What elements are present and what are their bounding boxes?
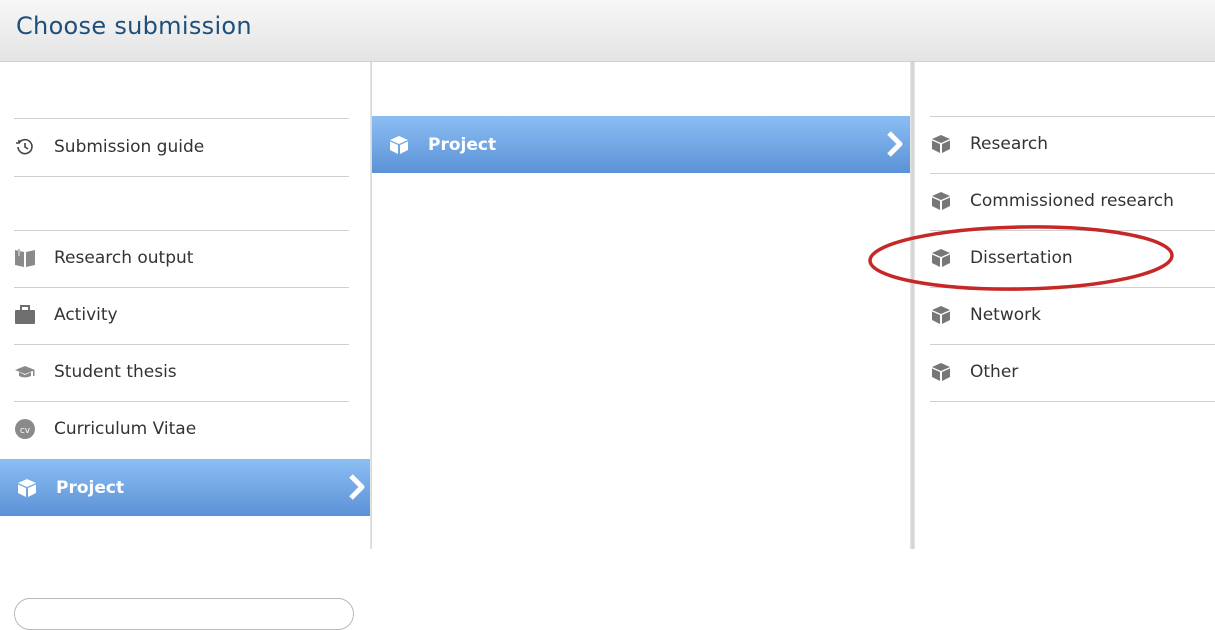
column-splitter[interactable] bbox=[910, 62, 915, 549]
briefcase-icon bbox=[14, 304, 36, 326]
category-label: Activity bbox=[54, 305, 118, 325]
subcategory-label: Project bbox=[428, 134, 497, 155]
category-activity[interactable]: Activity bbox=[14, 287, 349, 343]
cv-icon: cv bbox=[14, 418, 36, 440]
template-label: Network bbox=[970, 305, 1041, 325]
template-label: Dissertation bbox=[970, 248, 1073, 268]
category-column: Submission guide Research output Activit… bbox=[0, 62, 372, 630]
cube-icon bbox=[930, 304, 952, 326]
template-other[interactable]: Other bbox=[930, 344, 1215, 400]
cube-icon bbox=[16, 477, 38, 499]
template-label: Research bbox=[970, 134, 1048, 154]
template-commissioned-research[interactable]: Commissioned research bbox=[930, 173, 1215, 229]
category-project-selected[interactable]: Project bbox=[0, 459, 372, 516]
submission-guide-link[interactable]: Submission guide bbox=[14, 119, 349, 175]
category-curriculum-vitae[interactable]: cv Curriculum Vitae bbox=[14, 401, 349, 457]
cube-icon bbox=[930, 133, 952, 155]
template-research[interactable]: Research bbox=[930, 116, 1215, 172]
divider bbox=[14, 176, 349, 177]
book-icon bbox=[14, 247, 36, 269]
category-label: Curriculum Vitae bbox=[54, 419, 197, 439]
category-student-thesis[interactable]: Student thesis bbox=[14, 344, 349, 400]
cube-icon bbox=[930, 190, 952, 212]
template-dissertation[interactable]: Dissertation bbox=[930, 230, 1215, 286]
cube-icon bbox=[930, 247, 952, 269]
template-label: Other bbox=[970, 362, 1019, 382]
submission-guide-label: Submission guide bbox=[54, 137, 205, 157]
svg-text:cv: cv bbox=[20, 426, 31, 436]
subcategory-column: Project bbox=[372, 62, 912, 549]
title-bar: Choose submission bbox=[0, 0, 1215, 62]
history-clock-icon bbox=[14, 136, 36, 158]
category-label: Project bbox=[56, 477, 125, 498]
template-label: Commissioned research bbox=[970, 191, 1174, 211]
template-network[interactable]: Network bbox=[930, 287, 1215, 343]
cube-icon bbox=[388, 134, 410, 156]
subcategory-project-selected[interactable]: Project bbox=[372, 116, 910, 173]
search-input[interactable] bbox=[14, 598, 354, 630]
graduation-cap-icon bbox=[14, 361, 36, 383]
category-label: Research output bbox=[54, 248, 194, 268]
chevron-right-icon bbox=[886, 130, 904, 163]
chevron-right-icon bbox=[348, 473, 366, 506]
category-label: Student thesis bbox=[54, 362, 177, 382]
page-title: Choose submission bbox=[16, 12, 252, 40]
cube-icon bbox=[930, 361, 952, 383]
template-column: Research Commissioned research Dissertat… bbox=[916, 62, 1215, 549]
divider bbox=[930, 401, 1215, 402]
category-research-output[interactable]: Research output bbox=[14, 230, 349, 286]
